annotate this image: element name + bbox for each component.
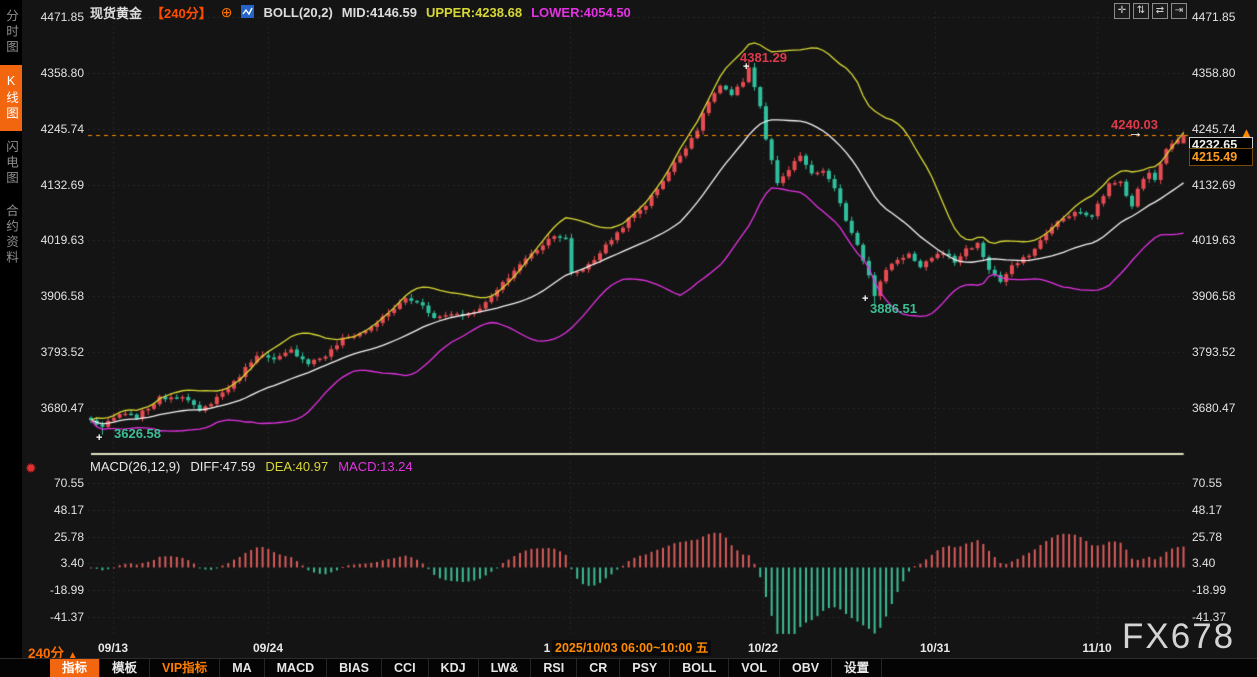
- price-tick-label: 4358.80: [1192, 65, 1236, 80]
- boll-upper-value: UPPER:4238.68: [425, 5, 523, 20]
- date-tick-label: 09/13: [97, 641, 129, 655]
- scale-x-icon[interactable]: ⇄: [1152, 3, 1168, 19]
- boll-label: BOLL(20,2): [263, 5, 333, 20]
- toolbar-item-CR[interactable]: CR: [577, 659, 621, 677]
- price-tick-label: 4471.85: [1192, 10, 1236, 24]
- price-tick-label: 4132.69: [40, 177, 84, 192]
- toolbar-item-模板[interactable]: 模板: [100, 659, 151, 677]
- price-tick-label: 3906.58: [40, 289, 84, 304]
- low-left-marker-icon: +: [96, 432, 103, 444]
- macd-legend: MACD(26,12,9) DIFF:47.59 DEA:40.97 MACD:…: [90, 459, 413, 474]
- macd-title: MACD(26,12,9): [90, 459, 181, 474]
- price-tick-label: 4132.69: [1192, 177, 1236, 192]
- sidebar-item-3[interactable]: 闪电图: [0, 131, 22, 196]
- price-up-triangle-icon: ▲: [1240, 125, 1253, 140]
- toolbar-item-LW&[interactable]: LW&: [479, 659, 532, 677]
- price-tick-label: 4245.74: [40, 121, 84, 136]
- price-tick-label: 4358.80: [40, 65, 84, 80]
- price-tick-label: 3793.52: [1192, 345, 1236, 360]
- price-tick-label: 4471.85: [40, 10, 84, 24]
- toolbar-item-MA[interactable]: MA: [220, 659, 265, 677]
- macd-tick-label: 25.78: [53, 529, 84, 544]
- add-overlay-icon[interactable]: ⊕: [221, 4, 233, 21]
- toolbar-item-VIP指标[interactable]: VIP指标: [150, 659, 221, 677]
- symbol-name: 现货黄金: [90, 6, 143, 21]
- current-candle-arrow-icon: →: [1128, 124, 1143, 141]
- chart-legend: 现货黄金 【240分】 ⊕ BOLL(20,2) MID:4146.59 UPP…: [90, 3, 631, 22]
- toolbar-item-指标[interactable]: 指标: [50, 659, 101, 677]
- left-sidebar: 分时图 K线图 闪电图 合约资料: [0, 0, 22, 677]
- macd-tick-label: -41.37: [49, 610, 84, 624]
- price-tick-label: 4019.63: [40, 233, 84, 248]
- macd-diff-value: DIFF:47.59: [190, 459, 256, 474]
- macd-tick-label: 48.17: [1192, 502, 1223, 517]
- macd-dea-value: DEA:40.97: [265, 459, 329, 474]
- macd-tick-label: -18.99: [49, 583, 84, 598]
- toolbar-item-KDJ[interactable]: KDJ: [429, 659, 479, 677]
- macd-tick-label: 25.78: [1192, 529, 1223, 544]
- toolbar-item-MACD[interactable]: MACD: [265, 659, 328, 677]
- trading-terminal: 分时图 K线图 闪电图 合约资料 现货黄金 【240分】 ⊕ BOLL(20,2) M…: [0, 0, 1257, 677]
- macd-tick-label: -18.99: [1192, 583, 1227, 598]
- crosshair-date-tooltip: 2025/10/03 06:00~10:00 五: [552, 640, 712, 656]
- date-tick-label: 10/22: [747, 641, 779, 655]
- date-tick-label: 11/10: [1082, 641, 1112, 655]
- date-tick-label: 10/31: [919, 641, 951, 655]
- chart-tools: ✛ ⇅ ⇄ ⇥: [1114, 3, 1187, 19]
- sidebar-item-2[interactable]: K线图: [0, 64, 22, 131]
- toolbar-item-OBV[interactable]: OBV: [780, 659, 833, 677]
- low-marker-icon: +: [862, 293, 869, 305]
- sidebar-item-4[interactable]: 合约资料: [0, 195, 22, 275]
- macd-tick-label: 70.55: [1192, 476, 1223, 490]
- chart-canvas[interactable]: [0, 0, 1257, 677]
- toolbar-item-RSI[interactable]: RSI: [531, 659, 578, 677]
- price-tick-label: 3680.47: [1192, 401, 1236, 415]
- macd-tick-label: 3.40: [1192, 556, 1216, 571]
- boll-mid-value: MID:4146.59: [341, 5, 417, 20]
- last-price-tag: 4215.49: [1189, 148, 1253, 166]
- toolbar-item-PSY[interactable]: PSY: [620, 659, 671, 677]
- visible-low-label: 3626.58: [114, 426, 161, 441]
- crosshair-move-icon[interactable]: ✛: [1114, 3, 1130, 19]
- period-label: 【240分】: [151, 6, 212, 21]
- price-tick-label: 3680.47: [40, 401, 84, 415]
- boll-lower-value: LOWER:4054.50: [531, 5, 631, 20]
- toolbar-item-BIAS[interactable]: BIAS: [327, 659, 383, 677]
- collapse-right-icon[interactable]: ⇥: [1171, 3, 1187, 19]
- date-tick-label: 09/24: [252, 641, 284, 655]
- macd-marker-icon[interactable]: ✹: [25, 461, 39, 475]
- sidebar-item-1[interactable]: 分时图: [0, 0, 22, 65]
- chart-type-icon[interactable]: [241, 4, 255, 21]
- scale-y-icon[interactable]: ⇅: [1133, 3, 1149, 19]
- toolbar-item-BOLL[interactable]: BOLL: [670, 659, 730, 677]
- macd-tick-label: 3.40: [60, 556, 84, 571]
- macd-macd-value: MACD:13.24: [338, 459, 413, 474]
- swing-low-label: 3886.51: [870, 301, 917, 316]
- indicator-toolbar: 指标 模板 VIP指标 MA MACD BIAS CCI KDJ LW& RSI CR PSY BOLL…: [0, 658, 1257, 677]
- macd-tick-label: 48.17: [53, 502, 84, 517]
- price-tick-label: 4019.63: [1192, 233, 1236, 248]
- toolbar-item-设置[interactable]: 设置: [832, 659, 883, 677]
- toolbar-item-VOL[interactable]: VOL: [729, 659, 780, 677]
- high-marker-icon: +: [743, 61, 750, 73]
- toolbar-item-CCI[interactable]: CCI: [382, 659, 429, 677]
- price-tick-label: 3906.58: [1192, 289, 1236, 304]
- macd-tick-label: 70.55: [53, 476, 84, 490]
- date-tick-label: 1: [543, 641, 551, 655]
- price-tick-label: 3793.52: [40, 345, 84, 360]
- macd-tick-label: -41.37: [1192, 610, 1227, 624]
